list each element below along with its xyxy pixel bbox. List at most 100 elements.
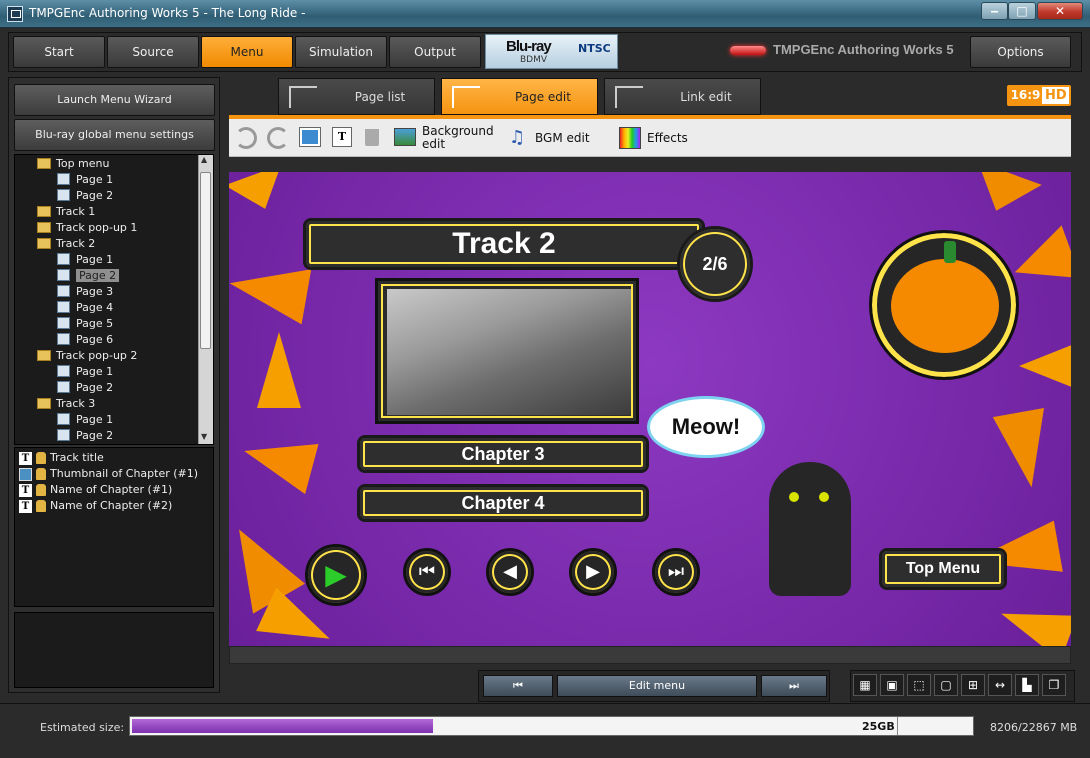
tree-page[interactable]: Page 3	[57, 284, 113, 300]
launch-menu-wizard-button[interactable]: Launch Menu Wizard	[14, 84, 215, 116]
status-led-icon	[730, 46, 766, 55]
play-icon[interactable]: ▶	[305, 544, 367, 606]
step-forward-icon[interactable]: ▶	[569, 548, 617, 596]
page-icon	[57, 269, 70, 281]
nav-menu-button[interactable]: Menu	[201, 36, 293, 68]
undo-icon[interactable]	[235, 127, 257, 149]
grid-snap-icon[interactable]: ▣	[880, 674, 904, 696]
bgm-edit-button[interactable]: BGM edit	[535, 132, 590, 145]
tree-label: Track pop-up 2	[56, 349, 138, 362]
tree-page[interactable]: Page 1	[57, 172, 113, 188]
object-list-item[interactable]: T Name of Chapter (#2)	[19, 498, 172, 514]
tree-label: Page 2	[76, 429, 114, 442]
next-page-button[interactable]: ⏭	[761, 675, 827, 697]
tree-page[interactable]: Page 1	[57, 364, 113, 380]
background-edit-button[interactable]: Background edit	[422, 125, 502, 151]
nav-output-button[interactable]: Output	[389, 36, 481, 68]
tab-label: Page edit	[515, 90, 571, 104]
tab-page-list[interactable]: Page list	[278, 78, 435, 115]
track-title[interactable]: Track 2	[303, 218, 705, 270]
lock-icon[interactable]	[36, 468, 46, 480]
tree-page[interactable]: Page 1	[57, 252, 113, 268]
align-bottom-icon[interactable]: ▙	[1015, 674, 1039, 696]
folder-icon	[37, 205, 51, 217]
tree-label: Page 2	[76, 189, 114, 202]
text-object-icon: T	[19, 451, 32, 465]
tree-folder[interactable]: Top menu	[37, 156, 110, 172]
horizontal-fit-icon[interactable]: ↔	[988, 674, 1012, 696]
tab-label: Link edit	[680, 90, 732, 104]
tree-page[interactable]: Page 4	[57, 300, 113, 316]
page-icon	[57, 317, 70, 329]
tree-page[interactable]: Page 6	[57, 332, 113, 348]
step-back-icon[interactable]: ◀	[486, 548, 534, 596]
chapter-thumbnail[interactable]	[375, 278, 639, 424]
tree-scrollbar[interactable]: ▲ ▼	[198, 155, 213, 444]
tree-page[interactable]: Page 2	[57, 428, 113, 444]
tree-folder[interactable]: Track 3	[37, 396, 95, 412]
object-list-item[interactable]: T Name of Chapter (#1)	[19, 482, 172, 498]
candy-corn-decoration	[229, 255, 312, 325]
tree-page[interactable]: Page 2	[57, 188, 113, 204]
nav-start-button[interactable]: Start	[13, 36, 105, 68]
center-guide-icon[interactable]: ⊞	[961, 674, 985, 696]
tree-label: Page 1	[76, 413, 114, 426]
bluray-format-badge[interactable]: Blu-ray BDMV NTSC	[485, 34, 618, 69]
lock-icon[interactable]	[36, 484, 46, 496]
effects-button[interactable]: Effects	[647, 132, 688, 145]
maximize-button[interactable]: □	[1008, 2, 1036, 20]
scroll-up-icon[interactable]: ▲	[201, 155, 207, 164]
nav-simulation-button[interactable]: Simulation	[295, 36, 387, 68]
menu-tree[interactable]: Top menu Page 1 Page 2 Track 1 Track pop-up …	[14, 154, 214, 445]
fast-forward-icon[interactable]: ⏭	[652, 548, 700, 596]
folder-icon	[37, 237, 51, 249]
add-text-icon[interactable]: T	[332, 127, 352, 147]
lock-icon[interactable]	[36, 500, 46, 512]
tree-page[interactable]: Page 2	[57, 268, 120, 284]
tab-page-edit[interactable]: Page edit	[441, 78, 598, 115]
tree-folder[interactable]: Track 1	[37, 204, 95, 220]
tv-safe-area-icon[interactable]: ⬚	[907, 674, 931, 696]
chapter-button-2[interactable]: Chapter 4	[357, 484, 649, 522]
tree-label: Page 1	[76, 253, 114, 266]
top-menu-button[interactable]: Top Menu	[879, 548, 1007, 590]
selection-frame-icon[interactable]: ▢	[934, 674, 958, 696]
hd-label: HD	[1045, 88, 1067, 103]
bluray-global-settings-button[interactable]: Blu-ray global menu settings	[14, 119, 215, 151]
candy-corn-decoration	[237, 425, 319, 495]
tree-folder[interactable]: Track pop-up 1	[37, 220, 137, 236]
tree-label: Page 2	[76, 269, 120, 282]
prev-page-button[interactable]: ⏮	[483, 675, 553, 697]
close-button[interactable]: ✕	[1037, 2, 1083, 20]
tree-folder[interactable]: Track 2	[37, 236, 95, 252]
scroll-down-icon[interactable]: ▼	[201, 432, 207, 441]
edit-menu-button[interactable]: Edit menu	[557, 675, 757, 697]
redo-icon[interactable]	[267, 127, 289, 149]
app-icon	[7, 6, 23, 22]
rewind-icon[interactable]: ⏮	[403, 548, 451, 596]
options-button[interactable]: Options	[970, 36, 1071, 68]
tree-page[interactable]: Page 5	[57, 316, 113, 332]
chapter-button-1[interactable]: Chapter 3	[357, 435, 649, 473]
folder-icon	[37, 397, 51, 409]
add-picture-icon[interactable]	[300, 128, 320, 146]
tab-link-edit[interactable]: Link edit	[604, 78, 761, 115]
page-icon	[57, 381, 70, 393]
tree-page[interactable]: Page 1	[57, 412, 113, 428]
object-list[interactable]: T Track title Thumbnail of Chapter (#1) T Na…	[14, 447, 214, 607]
layers-icon[interactable]: ❐	[1042, 674, 1066, 696]
capacity-label: 25GB	[862, 720, 895, 733]
tree-page[interactable]: Page 2	[57, 380, 113, 396]
minimize-button[interactable]: ‒	[981, 2, 1008, 20]
delete-icon[interactable]	[365, 129, 379, 146]
object-list-item[interactable]: Thumbnail of Chapter (#1)	[19, 466, 198, 482]
menu-canvas[interactable]: Track 2 2/6 Chapter 3 Chapter 4 ▶ ⏮ ◀ ▶ …	[229, 172, 1071, 646]
tree-folder[interactable]: Track pop-up 2	[37, 348, 137, 364]
page-icon	[57, 301, 70, 313]
title-bar: TMPGEnc Authoring Works 5 - The Long Rid…	[0, 0, 1090, 28]
lock-icon[interactable]	[36, 452, 46, 464]
tree-scroll-thumb[interactable]	[200, 172, 211, 349]
grid-icon[interactable]: ▦	[853, 674, 877, 696]
nav-source-button[interactable]: Source	[107, 36, 199, 68]
object-list-item[interactable]: T Track title	[19, 450, 104, 466]
